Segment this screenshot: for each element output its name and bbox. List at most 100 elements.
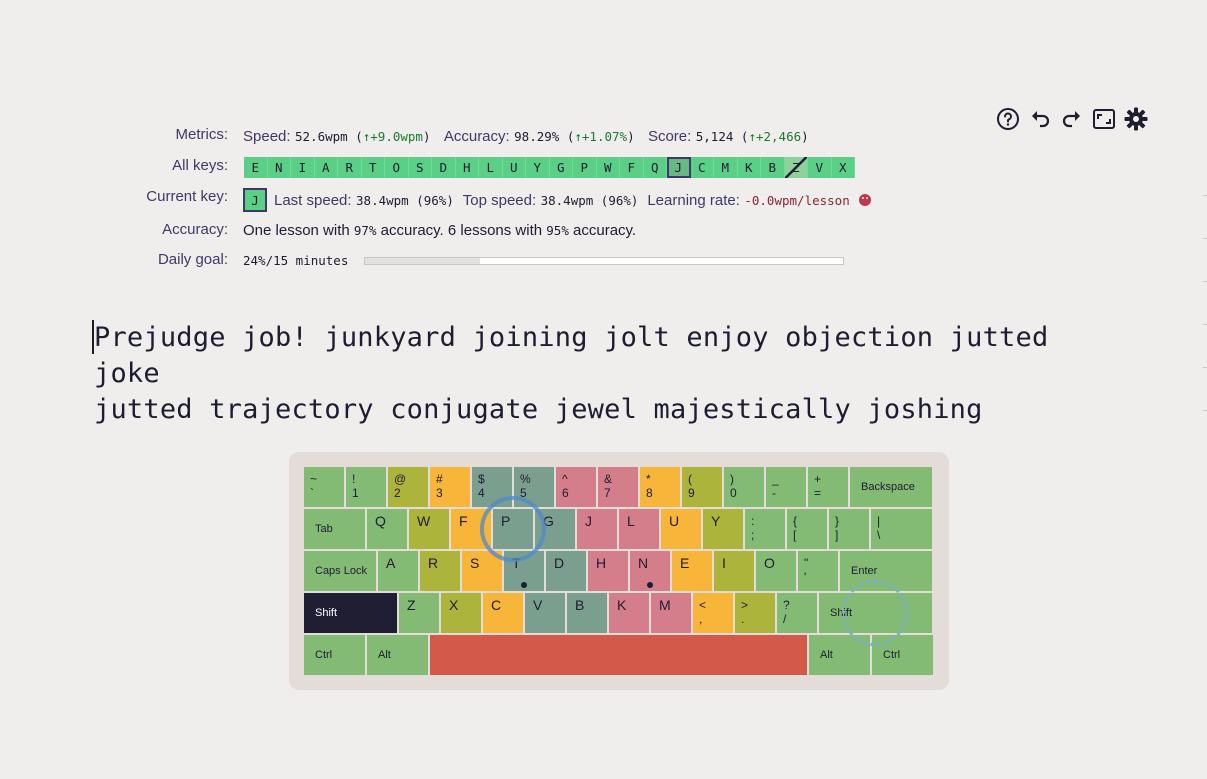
key-k[interactable]: K — [609, 593, 649, 633]
key-l[interactable]: L — [619, 509, 659, 549]
key-f[interactable]: F — [451, 509, 491, 549]
key-h[interactable]: H — [588, 551, 628, 591]
all-keys-key-p: P — [573, 157, 597, 178]
key-label: , — [699, 612, 703, 626]
key-shift-label: " — [804, 556, 809, 570]
key-label: 8 — [646, 486, 653, 500]
key-symbol[interactable]: {[ — [787, 509, 827, 549]
key-x[interactable]: X — [441, 593, 481, 633]
key-symbol[interactable]: ~ ` — [304, 467, 344, 507]
accuracy-text-b: accuracy. 6 lessons with — [376, 222, 547, 239]
key-u[interactable]: U — [661, 509, 701, 549]
key-symbol[interactable]: | \ — [871, 509, 932, 549]
key-label: A — [386, 555, 396, 571]
key-m[interactable]: M — [651, 593, 691, 633]
key-symbol[interactable]: ! 1 — [346, 467, 386, 507]
key-symbol[interactable]: :; — [745, 509, 785, 549]
key-label: 5 — [520, 486, 527, 500]
key-s[interactable]: S — [462, 551, 502, 591]
key-r[interactable]: R — [420, 551, 460, 591]
key-shift[interactable]: Shift — [819, 593, 932, 633]
key-label: 7 — [604, 486, 611, 500]
key-shift-label: ~ — [310, 472, 318, 486]
key-b[interactable]: B — [567, 593, 607, 633]
key-symbol[interactable]: (9 — [682, 467, 722, 507]
key-y[interactable]: Y — [703, 509, 743, 549]
key-g[interactable]: G — [535, 509, 575, 549]
all-keys-key-k: K — [737, 157, 761, 178]
key-symbol[interactable]: #3 — [430, 467, 470, 507]
key-space[interactable] — [430, 635, 807, 675]
key-symbol[interactable]: @2 — [388, 467, 428, 507]
key-symbol[interactable]: _ - — [766, 467, 806, 507]
all-keys-key-j: J — [667, 157, 691, 178]
key-c[interactable]: C — [483, 593, 523, 633]
key-shift[interactable]: Shift — [304, 593, 397, 633]
key-q[interactable]: Q — [367, 509, 407, 549]
key-n[interactable]: N — [630, 551, 670, 591]
key-t[interactable]: T — [504, 551, 544, 591]
key-symbol[interactable]: ) 0 — [724, 467, 764, 507]
key-label: [ — [793, 528, 797, 542]
key-e[interactable]: E — [672, 551, 712, 591]
key-w[interactable]: W — [409, 509, 449, 549]
all-keys-key-x: X — [831, 157, 855, 178]
key-label: Alt — [820, 649, 833, 661]
key-shift-label: % — [520, 472, 531, 486]
key-shift-label: > — [741, 598, 749, 612]
key-alt[interactable]: Alt — [367, 635, 428, 675]
key-label: V — [533, 597, 543, 613]
daily-goal-progress-fill — [365, 257, 481, 264]
sad-face-icon — [858, 194, 871, 206]
metrics-row: Metrics: Speed: 52.6wpm (↑+9.0wpm) Accur… — [175, 126, 809, 145]
key-alt[interactable]: Alt — [809, 635, 870, 675]
key-j[interactable]: J — [577, 509, 617, 549]
key-symbol[interactable]: + = — [808, 467, 848, 507]
key-label: E — [680, 555, 690, 571]
key-symbol[interactable]: " ' — [798, 551, 838, 591]
key-label: U — [669, 513, 680, 529]
score-value: 5,124 — [695, 128, 734, 144]
all-keys-key-v: V — [808, 157, 832, 178]
key-label: K — [617, 597, 627, 613]
last-speed-value: 38.4wpm (96%) — [356, 192, 454, 208]
all-keys-key-z: Z — [784, 157, 808, 178]
keyboard-row: Caps Lock A R S T D H N E I O " ' Enter — [304, 551, 932, 591]
key-label: S — [470, 555, 480, 571]
key-ctrl[interactable]: Ctrl — [304, 635, 365, 675]
key-symbol[interactable]: ^ 6 — [556, 467, 596, 507]
key-tab[interactable]: Tab — [304, 509, 365, 549]
key-symbol[interactable]: ? / — [777, 593, 817, 633]
key-a[interactable]: A — [378, 551, 418, 591]
key-i[interactable]: I — [714, 551, 754, 591]
key-v[interactable]: V — [525, 593, 565, 633]
key-label: ; — [751, 528, 755, 542]
all-keys-key-d: D — [432, 157, 456, 178]
key-ctrl[interactable]: Ctrl — [872, 635, 933, 675]
daily-goal-value: 24%/15 minutes — [243, 253, 349, 268]
all-keys-key-w: W — [596, 157, 620, 178]
key-p[interactable]: P — [493, 509, 533, 549]
key-symbol[interactable]: $4 — [472, 467, 512, 507]
edge-marks — [1203, 195, 1207, 453]
key-shift-label: ! — [352, 472, 356, 486]
key-symbol[interactable]: * 8 — [640, 467, 680, 507]
key-symbol[interactable]: }] — [829, 509, 869, 549]
key-caps-lock[interactable]: Caps Lock — [304, 551, 376, 591]
key-enter[interactable]: Enter — [840, 551, 932, 591]
key-o[interactable]: O — [756, 551, 796, 591]
key-symbol[interactable]: <, — [693, 593, 733, 633]
lesson-text[interactable]: Prejudge job! junkyard joining jolt enjo… — [94, 320, 1094, 428]
key-symbol[interactable]: >. — [735, 593, 775, 633]
key-z[interactable]: Z — [399, 593, 439, 633]
score-label: Score: — [647, 127, 692, 145]
score-delta: ↑+2,466 — [748, 128, 802, 144]
key-backspace[interactable]: Backspace — [850, 467, 932, 507]
all-keys-key-c: C — [690, 157, 714, 178]
key-symbol[interactable]: & 7 — [598, 467, 638, 507]
key-d[interactable]: D — [546, 551, 586, 591]
key-symbol[interactable]: % 5 — [514, 467, 554, 507]
key-shift-label: ? — [783, 598, 790, 612]
all-keys-key-r: R — [338, 157, 362, 178]
key-label: B — [575, 597, 585, 613]
